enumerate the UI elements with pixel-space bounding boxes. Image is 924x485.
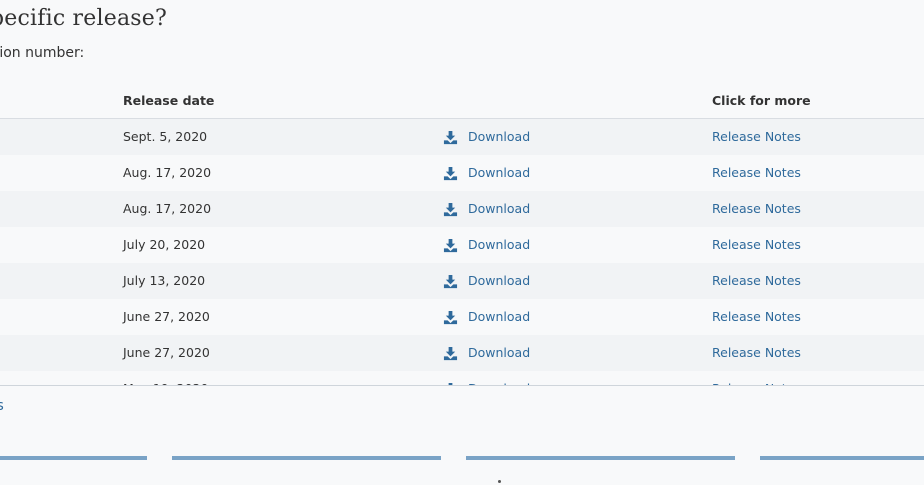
download-link[interactable]: Download xyxy=(443,263,530,299)
download-link[interactable]: Download xyxy=(443,335,530,371)
release-date: June 27, 2020 xyxy=(123,345,210,360)
release-notes-link[interactable]: Release Notes xyxy=(712,119,801,155)
download-link[interactable]: Download xyxy=(443,371,530,385)
release-notes-link[interactable]: Release Notes xyxy=(712,371,801,385)
download-label: Download xyxy=(468,309,531,324)
download-label: Download xyxy=(468,371,530,385)
release-notes-link[interactable]: Release Notes xyxy=(712,227,801,263)
release-notes-link[interactable]: Release Notes xyxy=(712,335,801,371)
table-row: July 13, 2020 Download Release Notes xyxy=(0,263,924,299)
release-date: Aug. 17, 2020 xyxy=(123,165,212,180)
download-icon xyxy=(443,238,458,253)
release-notes-link[interactable]: Release Notes xyxy=(712,299,801,335)
download-link[interactable]: Download xyxy=(443,155,530,191)
download-label: Download xyxy=(468,345,531,360)
download-link[interactable]: Download xyxy=(443,299,530,335)
table-row: July 20, 2020 Download Release Notes xyxy=(0,227,924,263)
download-icon xyxy=(443,310,458,325)
page-subheading: s by version number: xyxy=(0,45,85,61)
download-icon xyxy=(443,202,458,217)
tab-indicator[interactable] xyxy=(760,456,924,460)
release-notes-link[interactable]: Release Notes xyxy=(712,263,801,299)
download-label: Download xyxy=(468,237,531,252)
page-heading: a specific release? xyxy=(0,6,167,31)
column-header-release-date: Release date xyxy=(123,93,215,108)
table-row: June 27, 2020 Download Release Notes xyxy=(0,299,924,335)
download-link[interactable]: Download xyxy=(443,119,530,155)
column-header-click-for-more: Click for more xyxy=(712,93,811,108)
download-label: Download xyxy=(468,165,531,180)
download-label: Download xyxy=(468,129,531,144)
table-row: Sept. 5, 2020 Download Release Notes xyxy=(0,119,924,155)
release-notes-link[interactable]: Release Notes xyxy=(712,191,801,227)
download-icon xyxy=(443,346,458,361)
table-row: June 27, 2020 Download Release Notes xyxy=(0,335,924,371)
tab-indicator[interactable] xyxy=(466,456,735,460)
all-releases-link[interactable]: ases xyxy=(0,398,4,414)
release-date: June 27, 2020 xyxy=(123,309,210,324)
table-scroll-edge xyxy=(0,385,924,386)
partial-glyph xyxy=(498,480,501,483)
download-label: Download xyxy=(468,201,531,216)
release-date: Sept. 5, 2020 xyxy=(123,129,208,144)
download-label: Download xyxy=(468,273,531,288)
download-link[interactable]: Download xyxy=(443,227,530,263)
release-date: July 13, 2020 xyxy=(123,273,206,288)
tab-indicator[interactable] xyxy=(0,456,147,460)
page: a specific release? s by version number:… xyxy=(0,0,924,485)
download-icon xyxy=(443,274,458,289)
releases-table: n Release date Click for more Sept. 5, 2… xyxy=(0,82,924,385)
release-date: May 19, 2020 xyxy=(123,371,208,385)
download-link[interactable]: Download xyxy=(443,191,530,227)
table-row: Aug. 17, 2020 Download Release Notes xyxy=(0,191,924,227)
table-row: May 19, 2020 Download Release Notes xyxy=(0,371,924,385)
tab-indicator[interactable] xyxy=(172,456,441,460)
table-row: Aug. 17, 2020 Download Release Notes xyxy=(0,155,924,191)
download-icon xyxy=(443,166,458,181)
table-header: n Release date Click for more xyxy=(0,82,924,119)
release-date: July 20, 2020 xyxy=(123,237,206,252)
release-notes-link[interactable]: Release Notes xyxy=(712,155,801,191)
release-date: Aug. 17, 2020 xyxy=(123,201,212,216)
download-icon xyxy=(443,130,458,145)
